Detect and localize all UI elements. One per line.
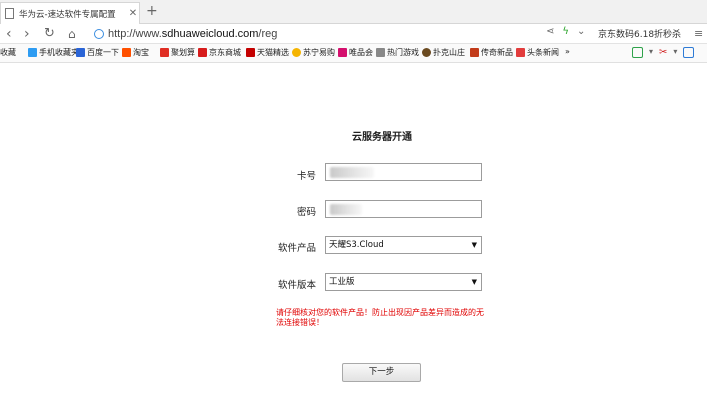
page-title: 云服务器开通: [352, 132, 412, 143]
green-extension-icon[interactable]: [632, 47, 643, 58]
bookmark-item[interactable]: 京东商城: [198, 47, 241, 58]
bookmark-item[interactable]: 天猫精选: [246, 47, 289, 58]
bookmark-item[interactable]: 手机收藏夹: [28, 47, 79, 58]
version-select[interactable]: 工业版 ▼: [325, 273, 482, 291]
vip-icon: [338, 48, 347, 57]
url-text: http://www.sdhuaweicloud.com/reg: [108, 28, 278, 40]
menu-icon[interactable]: ≡: [694, 27, 703, 40]
bookmark-item[interactable]: 聚划算: [160, 47, 195, 58]
poker-icon: [422, 48, 431, 57]
navigation-bar: ‹ › ↻ ⌂ http://www.sdhuaweicloud.com/reg…: [0, 24, 707, 44]
share-icon[interactable]: ⋖: [546, 26, 554, 37]
warning-message: 请仔细核对您的软件产品！防止出现因产品差异而造成的无法连接错误！: [276, 308, 484, 327]
news-icon: [516, 48, 525, 57]
version-label: 软件版本: [277, 280, 316, 291]
scissors-icon[interactable]: ✂: [659, 47, 667, 58]
bookmarks-more-button[interactable]: »: [565, 47, 570, 56]
legend-game-icon: [470, 48, 479, 57]
new-tab-button[interactable]: +: [146, 3, 158, 19]
suning-icon: [292, 48, 301, 57]
forward-icon[interactable]: ›: [24, 25, 30, 43]
bookmark-item[interactable]: 苏宁易购: [292, 47, 335, 58]
product-select[interactable]: 天耀S3.Cloud ▼: [325, 236, 482, 254]
bookmark-item[interactable]: 扑克山庄: [422, 47, 465, 58]
bookmark-item[interactable]: 百度一下: [76, 47, 119, 58]
bookmark-favorites[interactable]: 收藏: [0, 47, 16, 58]
bookmark-item[interactable]: 传奇新品: [470, 47, 513, 58]
chevron-down-icon[interactable]: ▾: [673, 47, 677, 58]
jd-icon: [198, 48, 207, 57]
redacted-value: [330, 167, 374, 178]
document-icon: [5, 8, 14, 19]
dropdown-arrow-icon: ▼: [471, 241, 477, 249]
browser-tab[interactable]: 华为云-速达软件专属配置 ✕: [0, 2, 140, 24]
promo-link[interactable]: 京东数码6.18折秒杀: [598, 27, 681, 40]
password-input[interactable]: [325, 200, 482, 218]
globe-icon: [94, 29, 104, 39]
refresh-icon[interactable]: ↻: [44, 25, 55, 43]
redacted-value: [330, 204, 362, 215]
taobao-icon: [122, 48, 131, 57]
bookmarks-bar: 收藏 手机收藏夹 百度一下 淘宝 聚划算 京东商城 天猫精选 苏宁易购 唯品会 …: [0, 44, 707, 63]
next-button[interactable]: 下一步: [342, 363, 421, 382]
lightning-icon[interactable]: ϟ: [562, 26, 569, 37]
card-number-label: 卡号: [296, 171, 316, 182]
home-icon[interactable]: ⌂: [68, 25, 76, 43]
product-label: 软件产品: [277, 243, 316, 254]
back-icon[interactable]: ‹: [6, 25, 12, 43]
juhuasuan-icon: [160, 48, 169, 57]
tab-strip: 华为云-速达软件专属配置 ✕ +: [0, 0, 707, 24]
tmall-icon: [246, 48, 255, 57]
bookmark-item[interactable]: 唯品会: [338, 47, 373, 58]
bookmark-item[interactable]: 淘宝: [122, 47, 149, 58]
password-label: 密码: [296, 207, 316, 218]
address-bar[interactable]: http://www.sdhuaweicloud.com/reg: [94, 25, 514, 43]
address-bar-actions: ⋖ ϟ ⌄: [546, 26, 585, 37]
game-icon: [376, 48, 385, 57]
chevron-down-icon[interactable]: ▾: [649, 47, 653, 58]
card-number-input[interactable]: [325, 163, 482, 181]
bookmark-item[interactable]: 热门游戏: [376, 47, 419, 58]
baidu-icon: [76, 48, 85, 57]
close-tab-icon[interactable]: ✕: [127, 8, 139, 19]
phone-icon: [28, 48, 37, 57]
tab-title: 华为云-速达软件专属配置: [19, 9, 116, 20]
dropdown-arrow-icon: ▼: [471, 278, 477, 286]
toolbar-extensions: ▾ ✂ ▾: [632, 47, 695, 58]
bookmark-item[interactable]: 头条新闻: [516, 47, 559, 58]
chevron-down-icon[interactable]: ⌄: [577, 26, 585, 37]
grid-icon[interactable]: [683, 47, 695, 58]
